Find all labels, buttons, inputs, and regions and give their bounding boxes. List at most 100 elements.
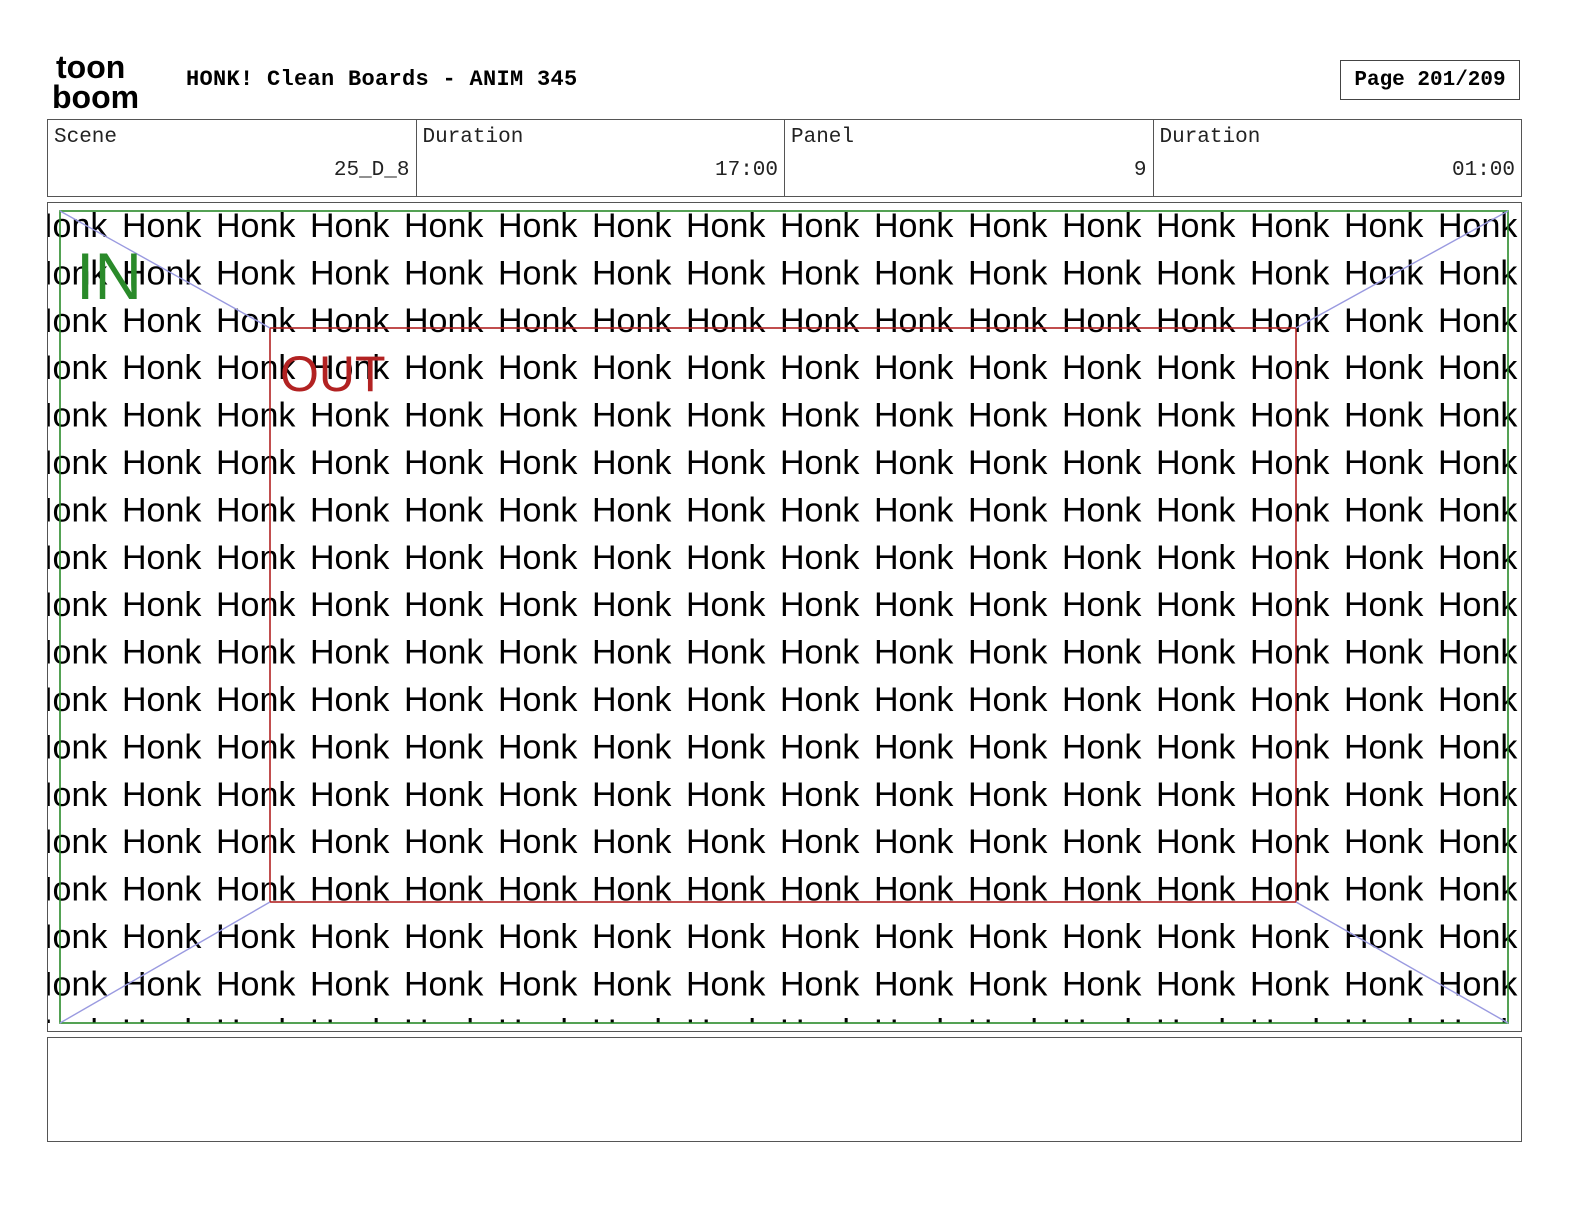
honk-word: Honk xyxy=(122,634,202,672)
honk-word: Honk xyxy=(404,918,484,956)
honk-word: Honk xyxy=(1156,681,1236,719)
honk-word: Honk xyxy=(780,681,860,719)
panel-info-table: Scene 25_D_8 Duration 17:00 Panel 9 Dura… xyxy=(47,119,1522,197)
honk-word: Honk xyxy=(1156,965,1236,1003)
honk-word: Honk xyxy=(1438,776,1518,814)
honk-word: Honk xyxy=(216,728,296,766)
honk-word: Honk xyxy=(1438,918,1518,956)
honk-word: Honk xyxy=(592,918,672,956)
honk-word: Honk xyxy=(874,444,954,482)
honk-word: Honk xyxy=(968,397,1048,435)
panel-notes xyxy=(47,1037,1522,1142)
honk-word: Honk xyxy=(216,491,296,529)
honk-word: Honk xyxy=(1438,586,1518,624)
honk-word: Honk xyxy=(968,681,1048,719)
document-title: HONK! Clean Boards - ANIM 345 xyxy=(186,67,578,92)
honk-word: Honk xyxy=(968,871,1048,909)
honk-word: Honk xyxy=(1250,254,1330,292)
honk-word: Honk xyxy=(216,776,296,814)
honk-word: Honk xyxy=(592,728,672,766)
honk-word: Honk xyxy=(404,965,484,1003)
honk-word: Honk xyxy=(1438,349,1518,387)
honk-word: Honk xyxy=(1344,207,1424,245)
honk-word: Honk xyxy=(310,681,390,719)
honk-word: Honk xyxy=(310,207,390,245)
honk-word: Honk xyxy=(310,254,390,292)
honk-word: Honk xyxy=(404,444,484,482)
honk-word: Honk xyxy=(310,634,390,672)
honk-word: Honk xyxy=(592,634,672,672)
honk-word: Honk xyxy=(48,776,108,814)
honk-word: Honk xyxy=(1156,207,1236,245)
honk-word: Honk xyxy=(48,444,108,482)
honk-word: Honk xyxy=(1438,539,1518,577)
honk-word: Honk xyxy=(1062,1013,1142,1031)
honk-word: Honk xyxy=(592,965,672,1003)
honk-word: Honk xyxy=(122,539,202,577)
honk-word: Honk xyxy=(216,397,296,435)
honk-word: Honk xyxy=(1438,302,1518,340)
out-frame-label: OUT xyxy=(280,346,386,402)
honk-word: Honk xyxy=(780,871,860,909)
honk-word: Honk xyxy=(592,349,672,387)
honk-word: Honk xyxy=(968,634,1048,672)
honk-word: Honk xyxy=(404,776,484,814)
honk-word: Honk xyxy=(1062,681,1142,719)
honk-word: Honk xyxy=(968,586,1048,624)
honk-word: Honk xyxy=(592,397,672,435)
honk-word: Honk xyxy=(1250,397,1330,435)
honk-word: Honk xyxy=(1250,918,1330,956)
honk-word: Honk xyxy=(310,918,390,956)
honk-word: Honk xyxy=(968,918,1048,956)
honk-word: Honk xyxy=(1062,349,1142,387)
honk-word: Honk xyxy=(780,302,860,340)
honk-word: Honk xyxy=(686,634,766,672)
honk-word: Honk xyxy=(310,823,390,861)
honk-word: Honk xyxy=(498,918,578,956)
honk-word: Honk xyxy=(1250,586,1330,624)
honk-word: Honk xyxy=(1156,871,1236,909)
honk-word: Honk xyxy=(1062,918,1142,956)
honk-word: Honk xyxy=(404,634,484,672)
honk-word: Honk xyxy=(1250,302,1330,340)
honk-word: Honk xyxy=(592,491,672,529)
honk-word: Honk xyxy=(122,444,202,482)
honk-word: Honk xyxy=(780,491,860,529)
honk-word: Honk xyxy=(1156,823,1236,861)
honk-word: Honk xyxy=(216,1013,296,1031)
honk-word: Honk xyxy=(1344,254,1424,292)
honk-word: Honk xyxy=(780,823,860,861)
honk-word: Honk xyxy=(48,918,108,956)
honk-word: Honk xyxy=(48,871,108,909)
honk-word: Honk xyxy=(874,776,954,814)
honk-word: Honk xyxy=(1344,586,1424,624)
honk-word: Honk xyxy=(968,444,1048,482)
scene-label: Scene xyxy=(54,126,118,149)
honk-word: Honk xyxy=(498,1013,578,1031)
panel-drawing: Honk Honk Honk Honk Honk Honk Honk Honk Honk Honk… xyxy=(48,207,1518,1031)
honk-word: Honk xyxy=(1156,444,1236,482)
honk-word: Honk xyxy=(1156,1013,1236,1031)
honk-word: Honk xyxy=(874,1013,954,1031)
honk-word: Honk xyxy=(498,681,578,719)
honk-word: Honk xyxy=(874,397,954,435)
honk-word: Honk xyxy=(780,207,860,245)
honk-word: Honk xyxy=(686,728,766,766)
honk-word: Honk xyxy=(122,823,202,861)
honk-word: Honk xyxy=(1250,965,1330,1003)
honk-word: Honk xyxy=(592,776,672,814)
honk-word: Honk xyxy=(874,349,954,387)
logo-text-bottom: boom xyxy=(52,79,139,110)
honk-word: Honk xyxy=(216,444,296,482)
honk-word: Honk xyxy=(310,302,390,340)
honk-word: Honk xyxy=(968,965,1048,1003)
honk-word: Honk xyxy=(1344,681,1424,719)
honk-word: Honk xyxy=(122,681,202,719)
honk-word: Honk xyxy=(968,491,1048,529)
honk-word: Honk xyxy=(498,302,578,340)
honk-word: Honk xyxy=(780,918,860,956)
page-indicator: Page 201/209 xyxy=(1340,60,1520,100)
honk-word: Honk xyxy=(1156,349,1236,387)
honk-word: Honk xyxy=(1344,397,1424,435)
honk-word: Honk xyxy=(874,918,954,956)
